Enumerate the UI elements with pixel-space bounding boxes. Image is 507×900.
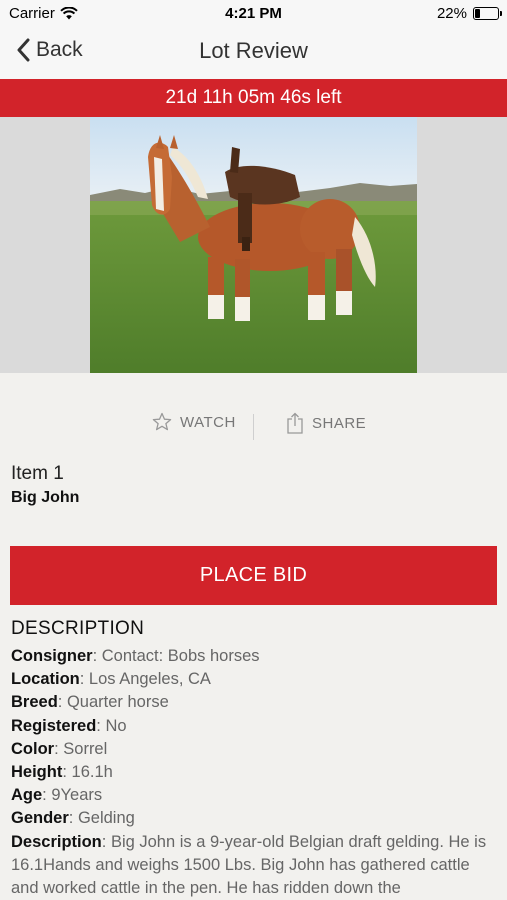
battery-icon	[473, 7, 502, 20]
description-field-label: Location	[11, 670, 80, 689]
battery-info: 22%	[436, 5, 502, 22]
description-row: Registered: No	[11, 716, 127, 735]
description-field-value: No	[105, 716, 127, 735]
description-row: Height: 16.1h	[11, 763, 113, 782]
share-button[interactable]: SHARE	[286, 412, 366, 434]
star-icon	[152, 412, 172, 431]
description-field-label: Color	[11, 739, 55, 758]
item-number: Item 1	[11, 463, 64, 484]
item-name: Big John	[11, 489, 80, 506]
share-label: SHARE	[312, 414, 367, 432]
countdown-banner: 21d 11h 05m 46s left	[0, 79, 507, 117]
actions-divider	[253, 414, 254, 440]
description-field-label: Gender	[11, 809, 69, 828]
watch-label: WATCH	[180, 413, 236, 431]
description-field-label: Age	[11, 786, 43, 805]
description-row: Location: Los Angeles, CA	[11, 670, 211, 689]
description-field-value: 16.1h	[71, 763, 113, 782]
lot-photo[interactable]	[90, 117, 417, 373]
status-time: 4:21 PM	[225, 5, 282, 22]
description-field-value: Quarter horse	[66, 693, 169, 712]
place-bid-button[interactable]: PLACE BID	[10, 546, 497, 605]
description-field-label: Consigner	[11, 647, 93, 665]
description-field-label: Height	[11, 763, 63, 782]
description-list: Consigner: Contact: Bobs horses Location:…	[11, 645, 499, 900]
lot-actions: WATCH SHARE	[0, 412, 507, 442]
description-row: Breed: Quarter horse	[11, 693, 169, 712]
description-row: Color: Sorrel	[11, 739, 108, 758]
navigation-bar: Back Lot Review	[0, 26, 507, 80]
description-field-value: Contact: Bobs horses	[101, 647, 260, 665]
description-row: Description: Big John is a 9-year-old Be…	[11, 832, 487, 898]
description-heading: DESCRIPTION	[11, 618, 145, 639]
battery-percent: 22%	[436, 5, 467, 22]
description-field-value: Los Angeles, CA	[88, 670, 211, 689]
status-bar: Carrier 4:21 PM 22%	[0, 0, 507, 26]
watch-button[interactable]: WATCH	[152, 412, 236, 432]
description-row: Age: 9Years	[11, 786, 103, 805]
share-icon	[287, 412, 303, 434]
description-field-label: Breed	[11, 693, 58, 712]
description-field-label: Description	[11, 832, 102, 851]
battery-level	[475, 9, 480, 18]
description-field-label: Registered	[11, 716, 97, 735]
countdown-text: 21d 11h 05m 46s left	[165, 87, 342, 108]
lot-photo-container	[0, 117, 507, 373]
description-row: Consigner: Contact: Bobs horses	[11, 647, 260, 665]
description-field-value: 9Years	[51, 786, 103, 805]
page-title: Lot Review	[199, 38, 308, 63]
description-field-value: Gelding	[77, 809, 135, 828]
description-row: Gender: Gelding	[11, 809, 135, 828]
description-field-value: Sorrel	[63, 739, 108, 758]
